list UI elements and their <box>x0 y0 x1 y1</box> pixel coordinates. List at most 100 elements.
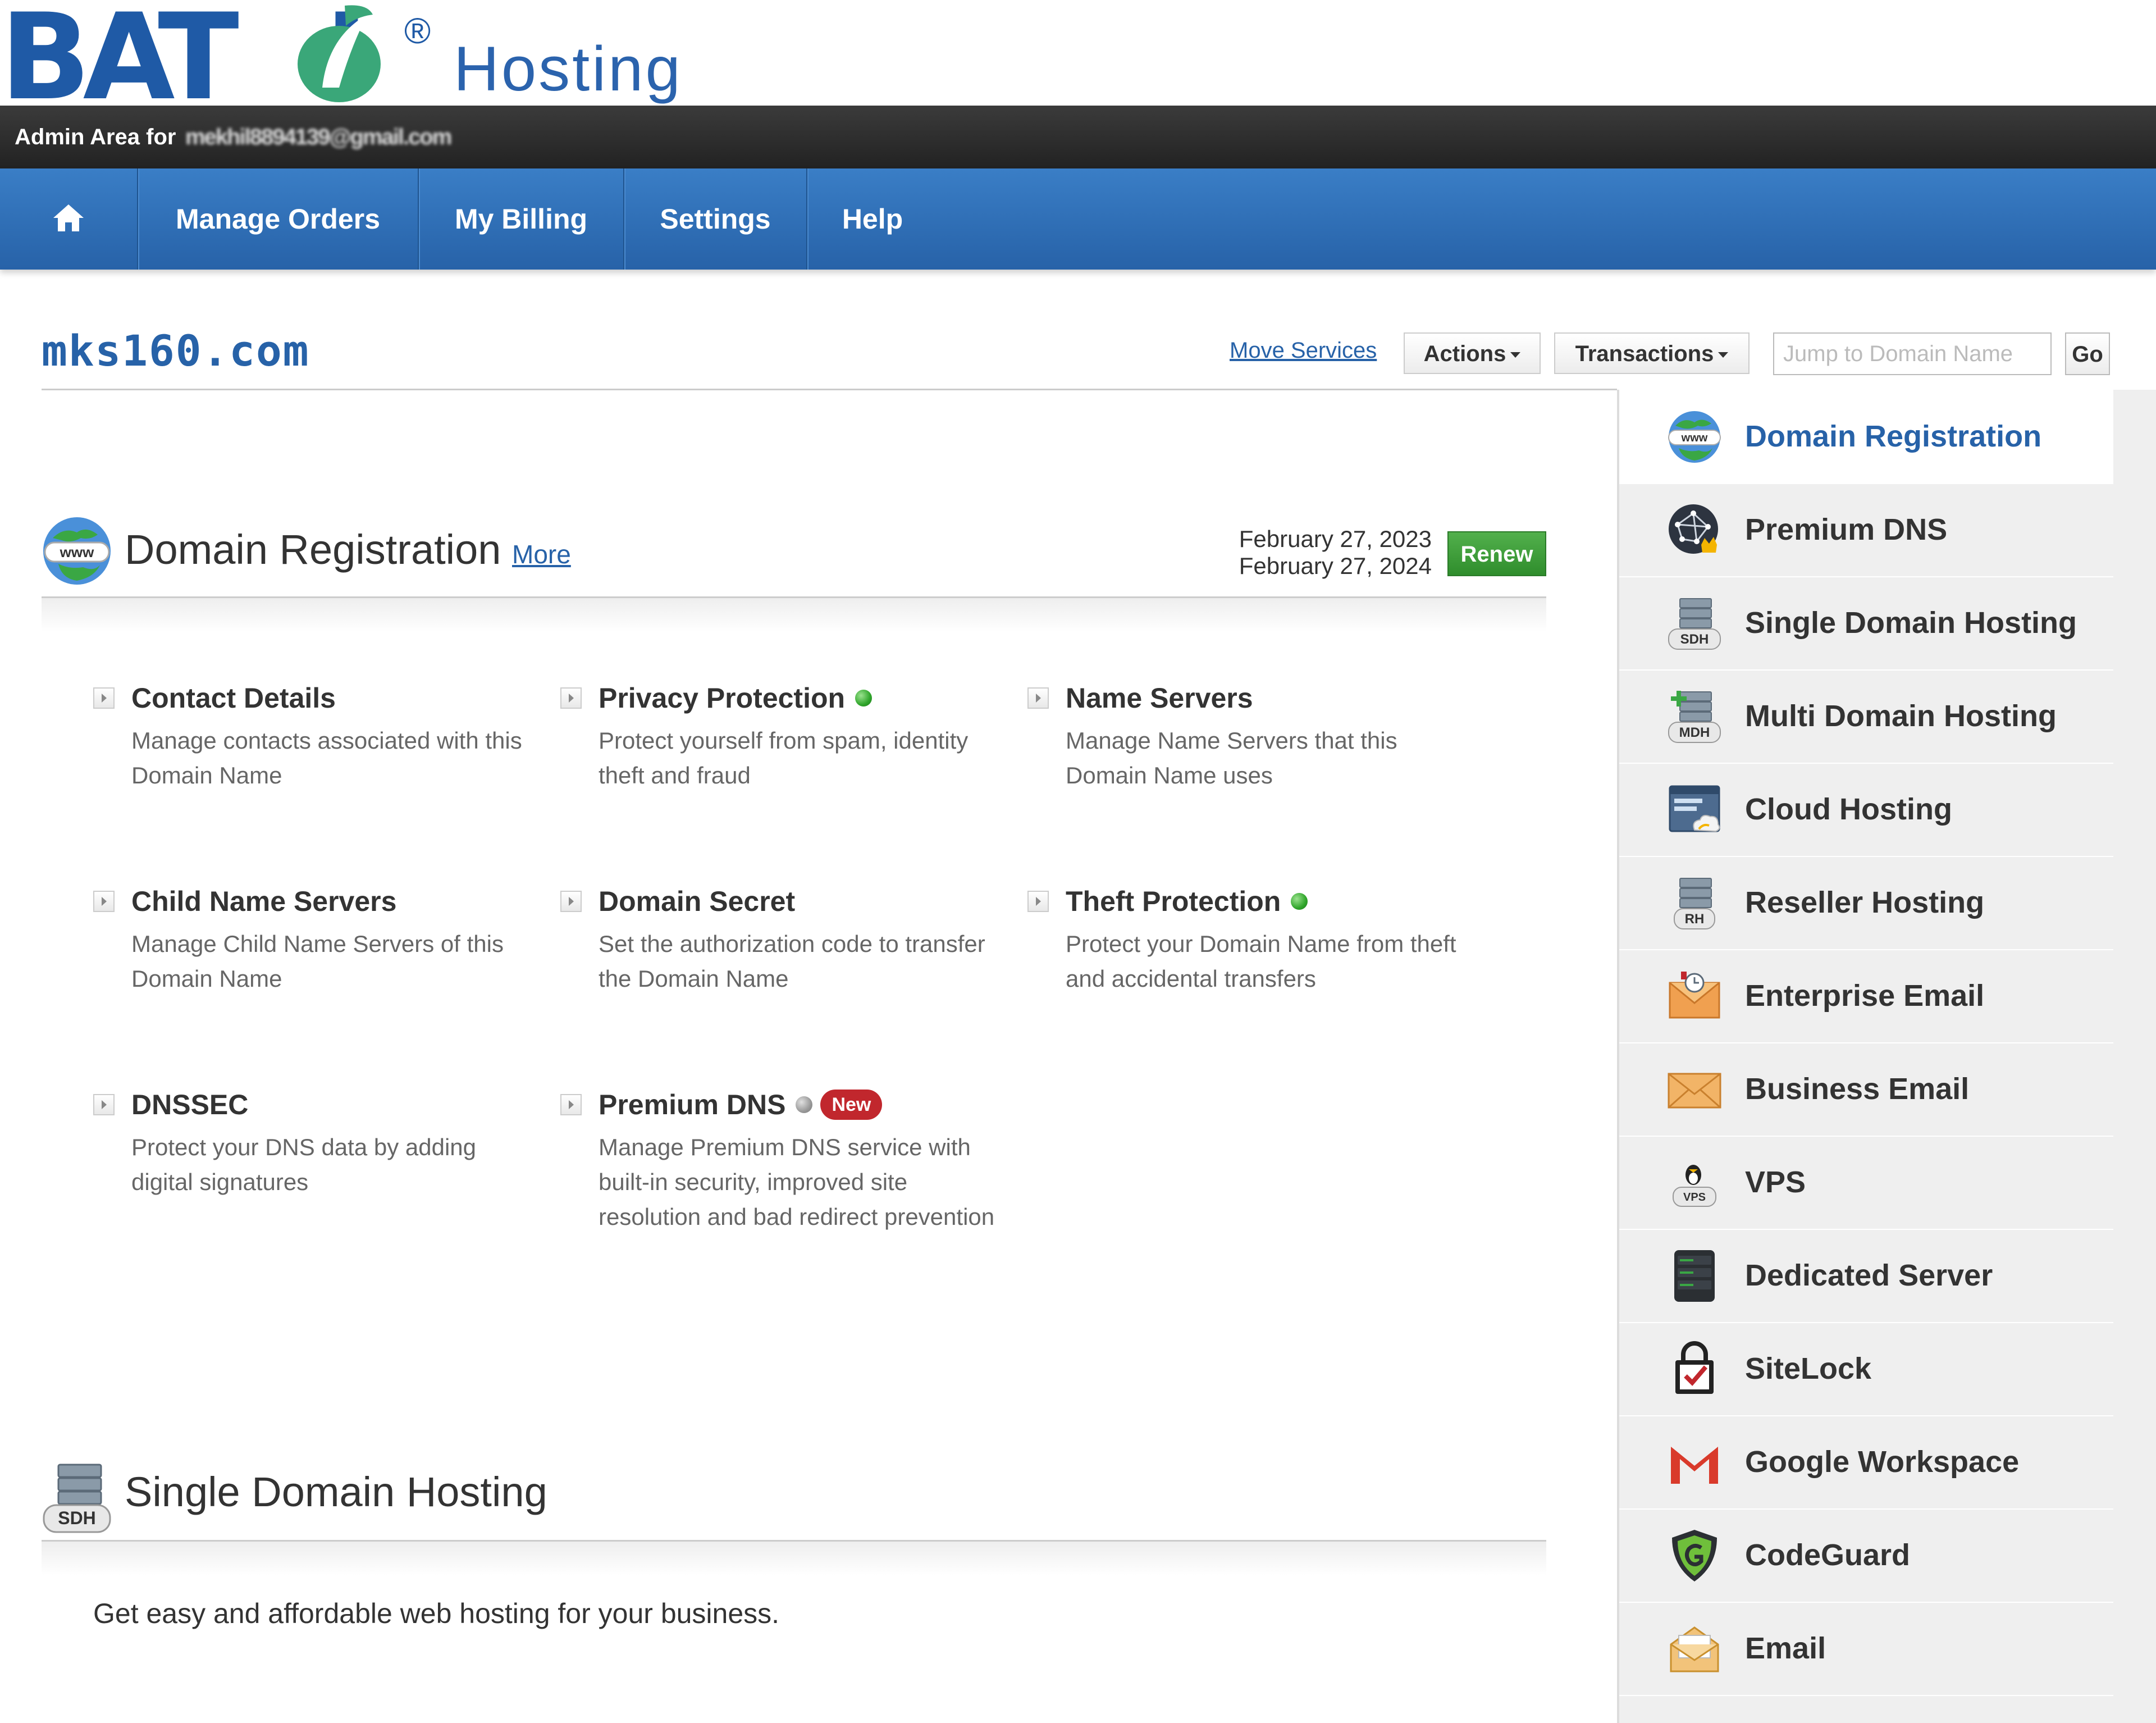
expand-arrow-icon <box>560 1094 582 1115</box>
section-shadow <box>42 1542 1546 1575</box>
sidebar-item-label: Dedicated Server <box>1745 1259 1993 1292</box>
registration-date: February 27, 2023 <box>1239 526 1432 552</box>
cloud-hosting-icon <box>1669 785 1720 832</box>
domain-title: mks160.com <box>42 326 310 376</box>
feature-title[interactable]: Premium DNS <box>599 1089 785 1120</box>
caret-down-icon <box>1510 352 1521 358</box>
feature-title[interactable]: DNSSEC <box>131 1085 248 1124</box>
go-button[interactable]: Go <box>2065 332 2110 375</box>
home-icon <box>53 204 84 231</box>
section-shadow <box>42 598 1546 632</box>
nav-my-billing[interactable]: My Billing <box>419 168 624 270</box>
admin-area-label: Admin Area for <box>15 125 176 149</box>
sidebar-item-dedicated-server[interactable]: Dedicated Server <box>1619 1229 2113 1323</box>
expand-arrow-icon <box>93 1094 115 1115</box>
sidebar-item-label: VPS <box>1745 1165 1806 1199</box>
sidebar-item-codeguard[interactable]: CodeGuard <box>1619 1508 2113 1603</box>
feature-title-row[interactable]: Theft Protection <box>1066 882 1308 921</box>
sidebar-item-label: Email <box>1745 1631 1826 1665</box>
logo-leaf-icon <box>298 5 381 102</box>
sidebar-item-multi-domain-hosting[interactable]: MDH Multi Domain Hosting <box>1619 669 2113 764</box>
envelope-icon <box>1668 1073 1721 1109</box>
renew-button[interactable]: Renew <box>1447 531 1546 576</box>
expand-arrow-icon <box>93 687 115 709</box>
sdh-icon-label: SDH <box>58 1508 96 1528</box>
registered-mark: ® <box>404 11 431 51</box>
feature-desc: Set the authorization code to transfer t… <box>599 931 985 992</box>
actions-label: Actions <box>1423 341 1506 366</box>
vps-icon-label: VPS <box>1683 1191 1706 1204</box>
expiry-date: February 27, 2024 <box>1239 553 1432 579</box>
sidebar-item-cloud-hosting[interactable]: Cloud Hosting <box>1619 763 2113 857</box>
feature-title-row[interactable]: Privacy Protection <box>599 678 873 718</box>
sidebar-item-domain-registration[interactable]: www Domain Registration <box>1619 390 2113 484</box>
transactions-dropdown[interactable]: Transactions <box>1554 332 1750 374</box>
brand-logo[interactable]: BATOI ® Hosting <box>0 0 786 117</box>
sidebar-item-premium-dns[interactable]: Premium DNS <box>1619 483 2113 577</box>
sidebar-item-email[interactable]: Email <box>1619 1602 2113 1696</box>
sidebar-item-label: Reseller Hosting <box>1745 886 1985 919</box>
premium-dns-icon <box>1669 504 1718 554</box>
feature-title[interactable]: Privacy Protection <box>599 682 845 714</box>
sdh-server-icon: SDH <box>1668 598 1721 650</box>
nav-settings[interactable]: Settings <box>624 168 807 270</box>
status-on-icon <box>1291 892 1308 910</box>
feature-title[interactable]: Name Servers <box>1066 678 1253 718</box>
mdh-icon-label: MDH <box>1679 725 1710 740</box>
actions-dropdown[interactable]: Actions <box>1404 332 1541 374</box>
expand-arrow-icon <box>560 891 582 912</box>
email-envelope-icon <box>1670 1626 1719 1672</box>
more-link[interactable]: More <box>512 539 571 569</box>
mdh-server-icon: MDH <box>1668 691 1721 743</box>
sidebar-item-reseller-hosting[interactable]: RH Reseller Hosting <box>1619 856 2113 950</box>
move-services-link[interactable]: Move Services <box>1230 338 1377 363</box>
feature-title-row[interactable]: Premium DNS New <box>599 1085 883 1124</box>
sidebar-item-sitelock[interactable]: SiteLock <box>1619 1322 2113 1416</box>
nav-home[interactable] <box>0 168 138 270</box>
feature-desc: Manage contacts associated with this Dom… <box>131 727 522 788</box>
feature-title[interactable]: Child Name Servers <box>131 882 396 921</box>
sidebar-item-label: Single Domain Hosting <box>1745 606 2077 640</box>
vps-penguin-icon: VPS <box>1673 1165 1716 1207</box>
sidebar-item-label: SiteLock <box>1745 1352 1872 1385</box>
header-divider <box>42 389 1617 390</box>
hosting-description: Get easy and affordable web hosting for … <box>93 1598 780 1629</box>
sidebar-item-label: Enterprise Email <box>1745 979 1985 1013</box>
feature-desc: Manage Name Servers that this Domain Nam… <box>1066 727 1397 788</box>
sdh-icon-label: SDH <box>1680 632 1709 647</box>
sitelock-icon <box>1675 1341 1714 1394</box>
svg-text:www: www <box>60 544 94 560</box>
jump-to-domain-input[interactable] <box>1773 332 2052 375</box>
sidebar-item-label: Multi Domain Hosting <box>1745 699 2057 733</box>
status-on-icon <box>855 689 873 706</box>
main-nav: Manage Orders My Billing Settings Help <box>0 168 2156 270</box>
transactions-label: Transactions <box>1575 341 1714 366</box>
codeguard-shield-icon <box>1672 1530 1717 1581</box>
feature-title[interactable]: Contact Details <box>131 678 336 718</box>
sidebar-item-google-workspace[interactable]: Google Workspace <box>1619 1415 2113 1510</box>
feature-title[interactable]: Domain Secret <box>599 882 795 921</box>
logo-hosting-text: Hosting <box>454 34 683 104</box>
feature-desc: Manage Child Name Servers of this Domain… <box>131 931 504 992</box>
sidebar-item-enterprise-email[interactable]: Enterprise Email <box>1619 949 2113 1043</box>
sidebar-item-label: Cloud Hosting <box>1745 792 1952 826</box>
feature-desc: Manage Premium DNS service with built-in… <box>599 1134 995 1230</box>
status-off-icon <box>796 1096 813 1113</box>
feature-desc: Protect yourself from spam, identity the… <box>599 727 969 788</box>
www-globe-icon: www <box>1668 411 1721 463</box>
www-globe-icon: www <box>43 517 111 585</box>
sidebar-item-single-domain-hosting[interactable]: SDH Single Domain Hosting <box>1619 576 2113 671</box>
svg-text:www: www <box>1681 432 1708 444</box>
nav-help[interactable]: Help <box>807 168 938 270</box>
nav-manage-orders[interactable]: Manage Orders <box>138 168 419 270</box>
sidebar-item-business-email[interactable]: Business Email <box>1619 1042 2113 1137</box>
enterprise-email-icon <box>1669 972 1720 1019</box>
expand-arrow-icon <box>1027 687 1049 709</box>
product-sidebar: www Domain Registration Premium DNS SDH … <box>1617 390 2156 1723</box>
feature-title[interactable]: Theft Protection <box>1066 886 1281 917</box>
sidebar-item-vps[interactable]: VPS VPS <box>1619 1136 2113 1230</box>
sidebar-item-label: Domain Registration <box>1745 420 2042 453</box>
sidebar-item-label: Google Workspace <box>1745 1445 2020 1479</box>
sidebar-item-label: Premium DNS <box>1745 513 1948 546</box>
sdh-server-icon: SDH <box>43 1464 111 1533</box>
